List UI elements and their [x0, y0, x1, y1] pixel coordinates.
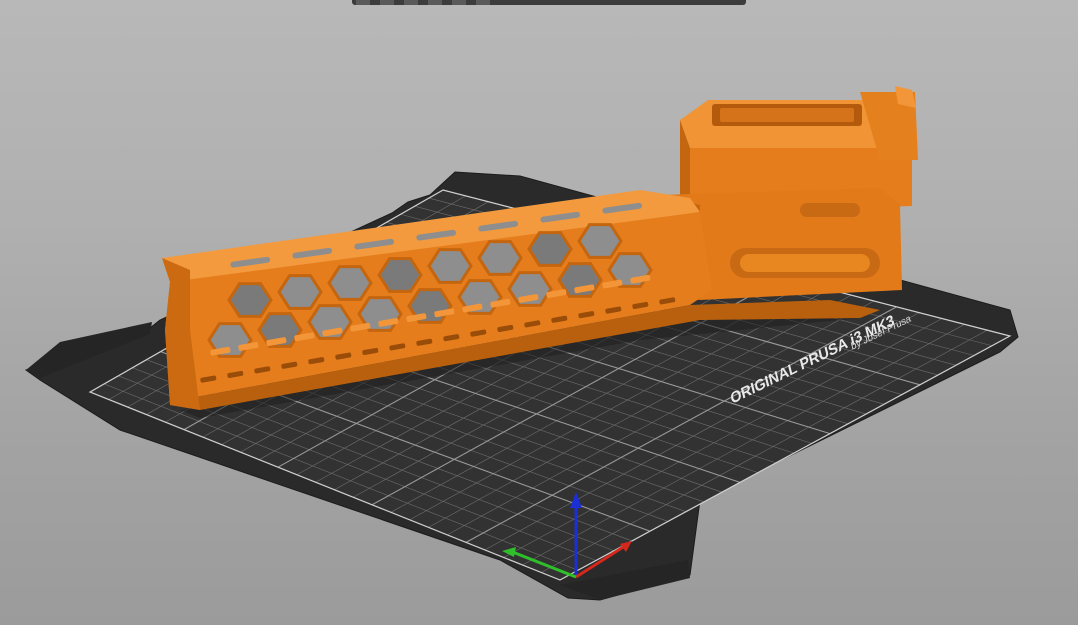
3d-viewport[interactable]: ORIGINAL PRUSA i3 MK3 by Josef Prusa — [0, 0, 1078, 625]
scene-canvas[interactable]: ORIGINAL PRUSA i3 MK3 by Josef Prusa — [0, 0, 1078, 625]
model-hex-cutout — [427, 248, 473, 284]
model-hex-cutout — [527, 231, 573, 267]
model-hex-cutout — [477, 240, 523, 276]
model-hex-cutout — [227, 282, 273, 318]
model-hex-cutout — [277, 274, 323, 310]
model-hex-cutout — [577, 223, 623, 259]
model-hex-cutout — [377, 257, 423, 293]
model-hex-cutout — [327, 265, 373, 301]
